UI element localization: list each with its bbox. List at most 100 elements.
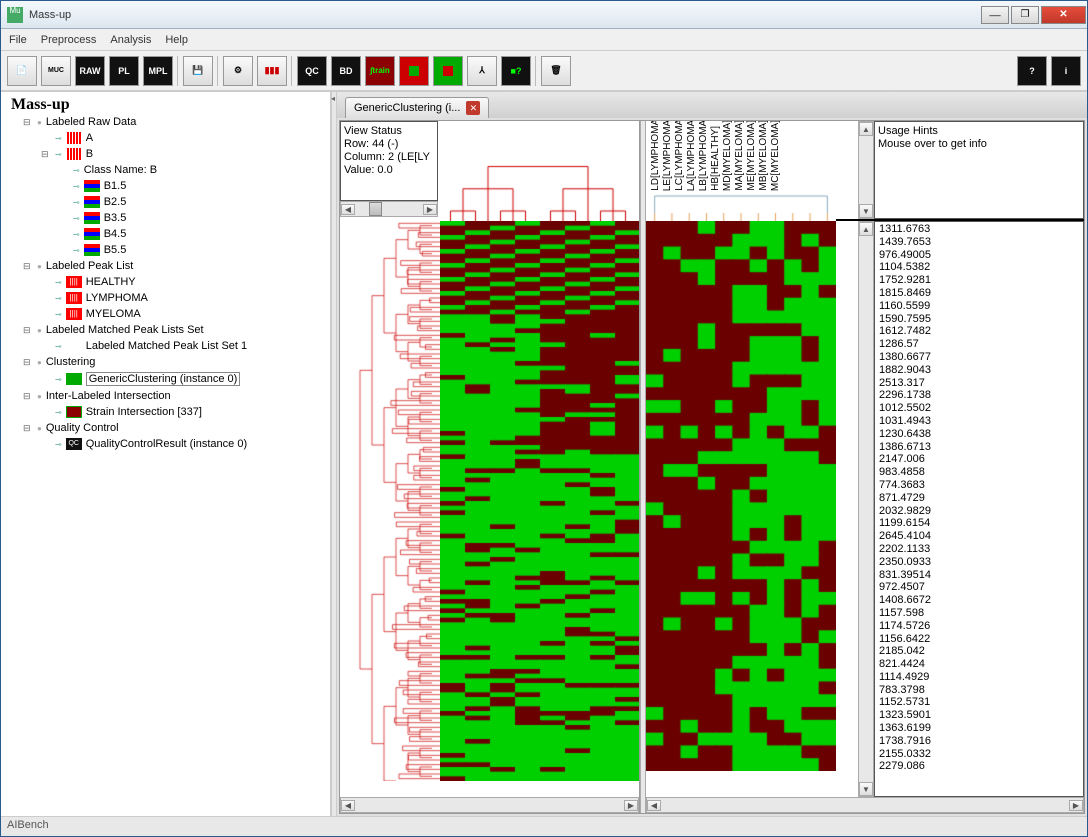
tree-label: Inter-Labeled Intersection [46,390,171,402]
tree-item[interactable]: ⊸B5.5 [59,242,326,258]
tree-label: Clustering [46,356,96,368]
bars-icon [84,244,100,256]
hints-panel: Usage Hints Mouse over to get info [874,121,1084,219]
vscroll2[interactable]: ▲▼ [858,221,874,797]
main: GenericClustering (i... ✕ View Status Ro… [337,92,1087,816]
tree-item[interactable]: ⊸Strain Intersection [337] [41,404,326,420]
tree-item[interactable]: ⊟●Labeled Raw Data [23,114,326,130]
hscroll-bottom-1[interactable]: ◀▶ [340,797,639,813]
cl-icon [66,373,82,385]
titlebar[interactable]: Mu Mass-up [1,1,1087,29]
tb-qc-button[interactable]: QC [297,56,327,86]
tb-qc2-button[interactable]: ■? [501,56,531,86]
tb-help-button[interactable]: ? [1017,56,1047,86]
tb-sep [535,56,537,86]
tabbar: GenericClustering (i... ✕ [337,92,1087,118]
column-labels: LD[LYMPHOMA]LE[LYMPHOMA]LC[LYMPHOMA]LA[L… [646,121,858,191]
tb-muc-icon[interactable]: MUC [41,56,71,86]
tb-trash-icon[interactable]: 🗑 [541,56,571,86]
row-labels: 1311.67631439.7653976.490051104.53821752… [874,221,1084,797]
restore-button[interactable] [1011,6,1039,24]
sidebar: Mass-up ⊟●Labeled Raw Data⊸A⊟⊸B⊸Class Na… [1,92,331,816]
tree-item[interactable]: ⊟⊸B [41,146,326,162]
view-status-wrap: View Status Row: 44 (-) Column: 2 (LE[LY… [340,121,438,221]
tree-label: Class Name: B [84,164,157,176]
hints-title: Usage Hints [878,125,1080,138]
tree-item[interactable]: ⊸Labeled Matched Peak List Set 1 [41,338,326,354]
bars-icon [84,196,100,208]
tree-label: B2.5 [104,196,127,208]
hints-text: Mouse over to get info [878,138,1080,151]
heatmap-1[interactable] [440,221,639,797]
tab-close-icon[interactable]: ✕ [466,101,480,115]
tb-save-icon[interactable]: 💾 [183,56,213,86]
tree-item[interactable]: ⊟●Clustering [23,354,326,370]
tree-item[interactable]: ⊸B1.5 [59,178,326,194]
app-window: Mu Mass-up File Preprocess Analysis Help… [0,0,1088,837]
vscroll-top2[interactable]: ▲▼ [858,121,874,219]
tree-item[interactable]: ⊸QCQualityControlResult (instance 0) [41,436,326,452]
tree-item[interactable]: ⊟●Inter-Labeled Intersection [23,388,326,404]
vs-title: View Status [344,125,434,138]
bars-icon [84,212,100,224]
tree-item[interactable]: ⊸Class Name: B [59,162,326,178]
toolbar: 📄 MUC RAW PL MPL 💾 ⚙ ▮▮▮ QC BD ∫train ⅄ … [1,51,1087,91]
row-labels-panel: 1311.67631439.7653976.490051104.53821752… [874,221,1084,797]
tree-label: Labeled Matched Peak List Set 1 [86,340,247,352]
splitter[interactable] [331,92,337,816]
menu-preprocess[interactable]: Preprocess [41,34,97,46]
tree-item[interactable]: ⊟●Quality Control [23,420,326,436]
tree-item[interactable]: ⊸B4.5 [59,226,326,242]
tb-raw-button[interactable]: RAW [75,56,105,86]
tree-label: QualityControlResult (instance 0) [86,438,247,450]
tb-chart-icon[interactable]: ▮▮▮ [257,56,287,86]
tree-label: HEALTHY [86,276,136,288]
tb-pl-button[interactable]: PL [109,56,139,86]
dendro-top-2-wrap: LD[LYMPHOMA]LE[LYMPHOMA]LC[LYMPHOMA]LA[L… [646,121,858,219]
heatmap-2[interactable] [646,221,858,797]
tree-label: Quality Control [46,422,119,434]
tree-label: A [86,132,93,144]
menu-file[interactable]: File [9,34,27,46]
tb-strain-button[interactable]: ∫train [365,56,395,86]
tab-clustering[interactable]: GenericClustering (i... ✕ [345,97,489,118]
tb-mpl-button[interactable]: MPL [143,56,173,86]
tb-bd-button[interactable]: BD [331,56,361,86]
tree-item[interactable]: ⊸B3.5 [59,210,326,226]
tb-settings-icon[interactable]: ⚙ [223,56,253,86]
tree-item[interactable]: ⊟●Labeled Peak List [23,258,326,274]
tree-item[interactable]: ⊟●Labeled Matched Peak Lists Set [23,322,326,338]
tree-item[interactable]: ⊸HEALTHY [41,274,326,290]
tb-dendro-icon[interactable]: ⅄ [467,56,497,86]
tab-label: GenericClustering (i... [354,102,460,114]
tree-label: LYMPHOMA [86,292,148,304]
qc-icon: QC [66,438,82,450]
tree[interactable]: ⊟●Labeled Raw Data⊸A⊟⊸B⊸Class Name: B⊸B1… [5,114,326,452]
tree-label: B [86,148,93,160]
tree-item[interactable]: ⊸B2.5 [59,194,326,210]
content: View Status Row: 44 (-) Column: 2 (LE[LY… [339,120,1085,814]
tb-info-button[interactable]: i [1051,56,1081,86]
pk-icon [66,308,82,320]
menu-help[interactable]: Help [165,34,188,46]
hscroll1[interactable]: ◀▶ [340,201,438,217]
statusbar: AIBench [1,816,1087,836]
tree-item[interactable]: ⊸LYMPHOMA [41,290,326,306]
close-window-button[interactable] [1041,6,1086,24]
tb-sep [217,56,219,86]
tb-cl1-button[interactable] [399,56,429,86]
minimize-button[interactable] [981,6,1009,24]
tree-item[interactable]: ⊸A [41,130,326,146]
raw-icon [66,148,82,160]
tree-item[interactable]: ⊸GenericClustering (instance 0) [41,370,326,388]
dendro-top-1 [438,121,639,221]
menu-analysis[interactable]: Analysis [110,34,151,46]
pk-icon [66,292,82,304]
bars-icon [84,180,100,192]
hscroll-bottom-2[interactable]: ◀▶ [646,797,1084,813]
tb-doc-icon[interactable]: 📄 [7,56,37,86]
tree-label: B1.5 [104,180,127,192]
tree-item[interactable]: ⊸MYELOMA [41,306,326,322]
tb-cl2-button[interactable] [433,56,463,86]
logo: Mass-up [5,96,326,114]
